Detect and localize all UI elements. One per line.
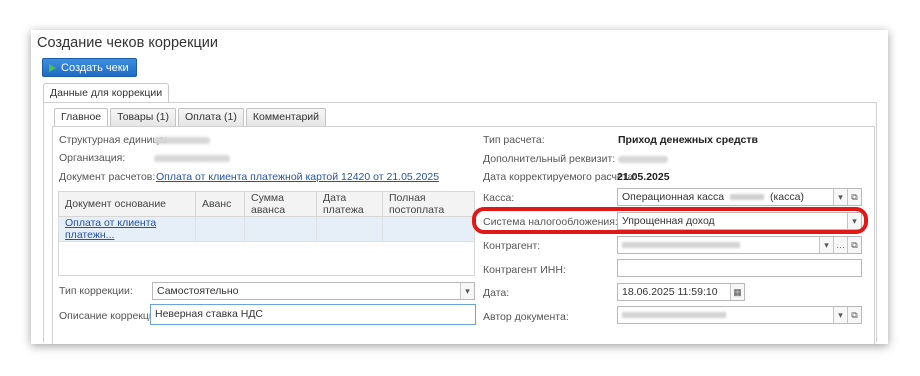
date-value: 18.06.2025 11:59:10 <box>622 286 718 298</box>
corrected-date-label: Дата корректируемого расчета: <box>483 171 636 183</box>
extra-requisite-label: Дополнительный реквизит: <box>483 153 616 165</box>
settlement-doc-label: Документ расчетов: <box>59 171 156 183</box>
chevron-down-icon[interactable]: ▾ <box>819 237 833 253</box>
kassa-value-part-b: (касса) <box>769 191 804 203</box>
organization-label: Организация: <box>59 152 126 164</box>
chevron-down-icon[interactable]: ▾ <box>460 283 474 299</box>
correction-type-select[interactable]: Самостоятельно ▾ <box>152 282 475 300</box>
col-payment-date[interactable]: Дата платежа <box>316 191 383 217</box>
author-select[interactable]: ▾ ⧉ <box>617 306 862 324</box>
create-checks-button[interactable]: Создать чеки <box>42 58 137 77</box>
date-label: Дата: <box>483 287 510 299</box>
tab-payment[interactable]: Оплата (1) <box>178 108 244 126</box>
organization-value-redacted <box>154 155 230 162</box>
tax-system-highlight <box>472 207 868 234</box>
kassa-value-part-a: Операционная касса <box>622 191 725 203</box>
calendar-icon[interactable]: ▦ <box>730 284 744 300</box>
window-title: Создание чеков коррекции <box>37 35 218 51</box>
col-basis-doc[interactable]: Документ основание <box>58 191 196 217</box>
settlement-doc-link[interactable]: Оплата от клиента платежной картой 12420… <box>156 171 439 183</box>
inner-tab-bar: Главное Товары (1) Оплата (1) Комментари… <box>54 108 328 126</box>
contractor-label: Контрагент: <box>483 240 541 252</box>
correction-desc-label: Описание коррекции: <box>59 310 164 322</box>
kassa-value-redacted <box>730 194 765 201</box>
col-advance-sum[interactable]: Сумма аванса <box>244 191 317 217</box>
contractor-value-redacted <box>622 242 740 249</box>
author-label: Автор документа: <box>483 311 569 323</box>
table-empty-area <box>58 231 475 276</box>
calc-type-value: Приход денежных средств <box>618 134 758 146</box>
tab-main[interactable]: Главное <box>54 108 109 126</box>
contractor-inn-label: Контрагент ИНН: <box>483 264 566 276</box>
open-icon[interactable]: ⧉ <box>847 237 861 253</box>
calc-type-label: Тип расчета: <box>483 134 545 146</box>
correction-desc-value: Неверная ставка НДС <box>155 308 264 320</box>
corrected-date-value: 21.05.2025 <box>617 171 670 183</box>
open-icon[interactable]: ⧉ <box>847 189 861 205</box>
table-header-row: Документ основание Аванс Сумма аванса Да… <box>58 191 475 217</box>
more-icon[interactable]: … <box>833 237 847 253</box>
open-icon[interactable]: ⧉ <box>847 307 861 323</box>
struct-unit-label: Структурная единица: <box>59 134 168 146</box>
contractor-inn-input[interactable] <box>617 259 862 277</box>
chevron-down-icon[interactable]: ▾ <box>833 189 847 205</box>
correction-type-label: Тип коррекции: <box>59 285 133 297</box>
tab-comment[interactable]: Комментарий <box>245 108 327 126</box>
tab-correction-data[interactable]: Данные для коррекции <box>43 83 170 103</box>
kassa-select[interactable]: Операционная касса (касса) ▾ ⧉ <box>617 188 862 206</box>
correction-desc-input[interactable]: Неверная ставка НДС <box>150 304 476 325</box>
extra-requisite-value-redacted <box>618 156 668 163</box>
tab-goods[interactable]: Товары (1) <box>110 108 176 126</box>
col-advance[interactable]: Аванс <box>195 191 245 217</box>
chevron-down-icon[interactable]: ▾ <box>833 307 847 323</box>
correction-type-value: Самостоятельно <box>157 285 239 297</box>
author-value-redacted <box>622 312 726 319</box>
col-full-postpay[interactable]: Полная постоплата <box>382 191 475 217</box>
play-icon <box>49 63 56 72</box>
contractor-select[interactable]: ▾ … ⧉ <box>617 236 862 254</box>
create-checks-label: Создать чеки <box>61 61 129 74</box>
kassa-label: Касса: <box>483 192 515 204</box>
struct-unit-value-redacted <box>154 137 210 144</box>
date-input[interactable]: 18.06.2025 11:59:10 ▦ <box>617 283 745 301</box>
